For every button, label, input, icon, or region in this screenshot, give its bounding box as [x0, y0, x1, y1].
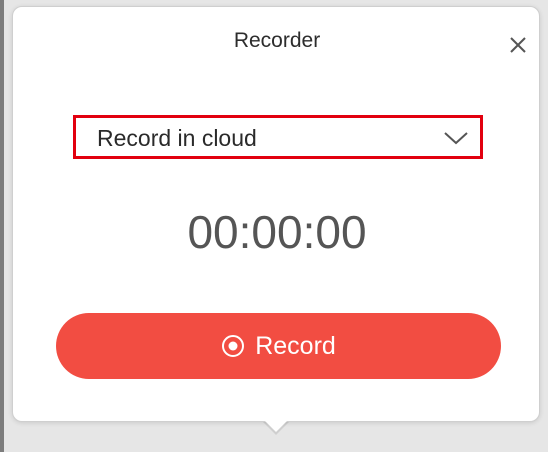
- record-location-value: Record in cloud: [97, 125, 257, 151]
- popover-pointer: [262, 418, 290, 432]
- record-button[interactable]: Record: [56, 313, 501, 379]
- chevron-down-icon: [444, 132, 468, 145]
- close-icon: [510, 37, 526, 53]
- recorder-popover: Recorder Record in cloud 00:00:00 Record: [12, 6, 540, 422]
- record-button-label: Record: [255, 331, 336, 360]
- close-button[interactable]: [506, 33, 530, 57]
- popover-title: Recorder: [233, 29, 321, 52]
- record-location-dropdown[interactable]: Record in cloud: [73, 115, 483, 159]
- recording-timer: 00:00:00: [187, 206, 367, 258]
- window-edge: [0, 0, 4, 452]
- record-icon: [222, 335, 245, 357]
